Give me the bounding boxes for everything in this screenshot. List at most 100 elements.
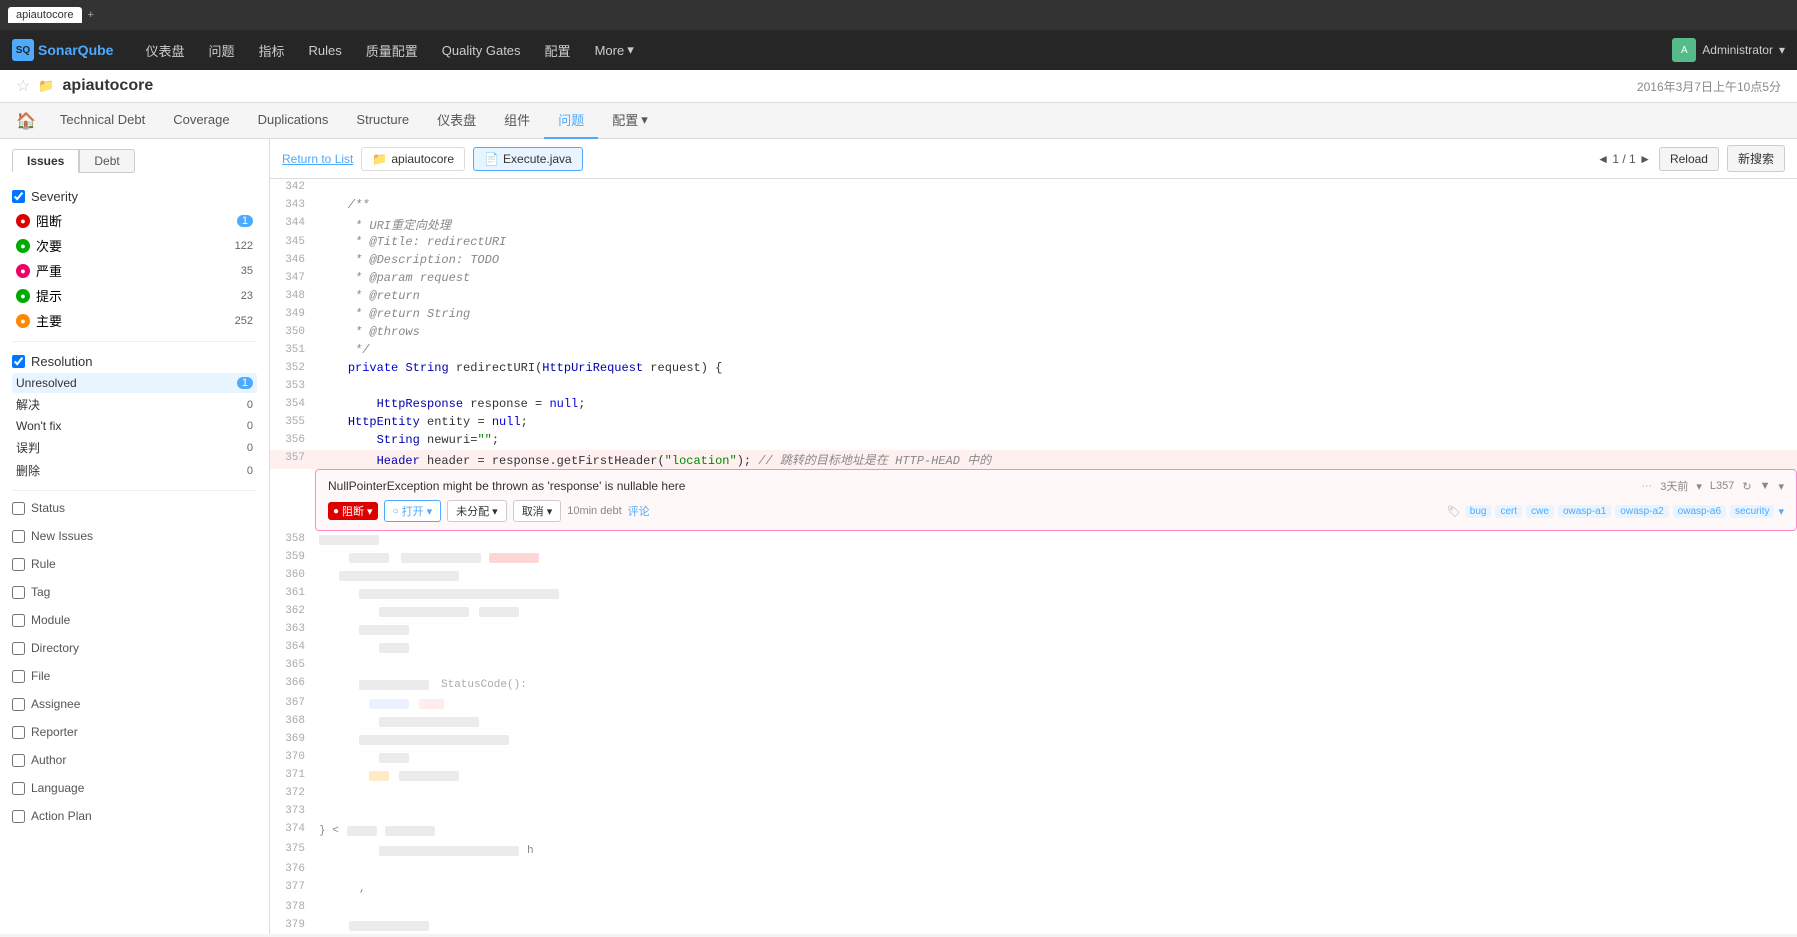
- resolution-removed-row[interactable]: 删除 0: [12, 459, 257, 482]
- severity-major-row[interactable]: ● 主要 252: [12, 308, 257, 333]
- nav-quality-gates[interactable]: Quality Gates: [430, 30, 533, 70]
- resolution-wontfix-row[interactable]: Won't fix 0: [12, 416, 257, 436]
- nav-components[interactable]: 组件: [490, 103, 544, 139]
- tag-bug[interactable]: bug: [1465, 505, 1492, 518]
- removed-count: 0: [247, 465, 253, 477]
- reporter-toggle[interactable]: Reporter: [12, 721, 257, 743]
- code-line-355: 355 HttpEntity entity = null;: [270, 414, 1797, 432]
- nav-dashboard2[interactable]: 仪表盘: [423, 103, 490, 139]
- resolved-count: 0: [247, 399, 253, 411]
- nav-more[interactable]: More▾: [583, 30, 646, 70]
- directory-toggle[interactable]: Directory: [12, 637, 257, 659]
- issue-ellipsis[interactable]: ···: [1641, 480, 1652, 492]
- author-toggle[interactable]: Author: [12, 749, 257, 771]
- issue-time-dropdown[interactable]: ▾: [1696, 480, 1702, 493]
- severity-critical-row[interactable]: ● 严重 35: [12, 258, 257, 283]
- nav-rules[interactable]: Rules: [297, 30, 354, 70]
- file-checkbox[interactable]: [12, 670, 25, 683]
- blocker-badge[interactable]: ● 阻断 ▾: [328, 502, 378, 520]
- tag-cwe[interactable]: cwe: [1526, 505, 1554, 518]
- nav-config2[interactable]: 配置▾: [598, 103, 662, 139]
- tag-security[interactable]: security: [1730, 505, 1774, 518]
- assignee-checkbox[interactable]: [12, 698, 25, 711]
- tag-owasp-a2[interactable]: owasp-a2: [1615, 505, 1668, 518]
- rule-checkbox[interactable]: [12, 558, 25, 571]
- browser-tab[interactable]: apiautocore: [8, 7, 82, 23]
- language-checkbox[interactable]: [12, 782, 25, 795]
- severity-blocker-row[interactable]: ● 阻断 1: [12, 208, 257, 233]
- issue-refresh-icon[interactable]: ↻: [1742, 480, 1751, 493]
- sonar-logo[interactable]: SQ SonarQube: [12, 39, 113, 61]
- module-toggle[interactable]: Module: [12, 609, 257, 631]
- file-tab-execute[interactable]: 📄 Execute.java: [473, 147, 583, 171]
- nav-duplications[interactable]: Duplications: [244, 103, 343, 139]
- reload-button[interactable]: Reload: [1659, 147, 1719, 171]
- tag-cert[interactable]: cert: [1495, 505, 1522, 518]
- nav-metrics[interactable]: 指标: [247, 30, 297, 70]
- action-plan-checkbox[interactable]: [12, 810, 25, 823]
- blurred-line-366: 366 StatusCode():: [270, 675, 1797, 695]
- code-view[interactable]: 342 343 /** 344 * URI重定向处理 345 * @Title:…: [270, 179, 1797, 934]
- new-issues-checkbox[interactable]: [12, 530, 25, 543]
- tag-owasp-a6[interactable]: owasp-a6: [1673, 505, 1726, 518]
- module-checkbox[interactable]: [12, 614, 25, 627]
- issues-debt-tabs: Issues Debt: [12, 149, 257, 173]
- star-icon[interactable]: ☆: [16, 76, 30, 96]
- nav-coverage[interactable]: Coverage: [159, 103, 243, 139]
- directory-checkbox[interactable]: [12, 642, 25, 655]
- module-filter: Module: [12, 609, 257, 631]
- severity-info-row[interactable]: ● 提示 23: [12, 283, 257, 308]
- file-tab-apiautocore[interactable]: 📁 apiautocore: [361, 147, 465, 171]
- tag-owasp-a1[interactable]: owasp-a1: [1558, 505, 1611, 518]
- tab-issues[interactable]: Issues: [12, 149, 79, 173]
- blurred-line-369: 369: [270, 731, 1797, 749]
- file-toggle[interactable]: File: [12, 665, 257, 687]
- nav-quality-profiles[interactable]: 质量配置: [354, 30, 430, 70]
- minor-label: 次要: [36, 236, 62, 255]
- resolution-falsepositive-row[interactable]: 误判 0: [12, 436, 257, 459]
- comment-link[interactable]: 评论: [628, 503, 650, 519]
- new-tab-btn[interactable]: +: [88, 9, 94, 21]
- issue-filter-dropdown[interactable]: ▾: [1778, 480, 1784, 493]
- unassigned-button[interactable]: 未分配 ▾: [447, 500, 507, 522]
- assignee-toggle[interactable]: Assignee: [12, 693, 257, 715]
- reporter-checkbox[interactable]: [12, 726, 25, 739]
- open-button[interactable]: ○ 打开 ▾: [384, 500, 442, 522]
- admin-dropdown[interactable]: ▾: [1779, 43, 1785, 57]
- issue-debt: 10min debt: [567, 505, 621, 517]
- nav-issues[interactable]: 问题: [196, 30, 246, 70]
- language-toggle[interactable]: Language: [12, 777, 257, 799]
- blurred-line-372: 372: [270, 785, 1797, 803]
- status-checkbox[interactable]: [12, 502, 25, 515]
- author-checkbox[interactable]: [12, 754, 25, 767]
- rule-toggle[interactable]: Rule: [12, 553, 257, 575]
- unresolved-label: Unresolved: [16, 376, 77, 390]
- severity-minor-row[interactable]: ● 次要 122: [12, 233, 257, 258]
- nav-issues-active[interactable]: 问题: [544, 103, 598, 139]
- new-search-button[interactable]: 新搜索: [1727, 145, 1785, 172]
- tab-debt[interactable]: Debt: [79, 149, 134, 173]
- severity-checkbox[interactable]: [12, 190, 25, 203]
- nav-dashboard[interactable]: 仪表盘: [133, 30, 196, 70]
- project-title[interactable]: apiautocore: [63, 77, 154, 95]
- nav-structure[interactable]: Structure: [342, 103, 423, 139]
- resolution-resolved-row[interactable]: 解决 0: [12, 393, 257, 416]
- resolution-unresolved-row[interactable]: Unresolved 1: [12, 373, 257, 393]
- tags-more-button[interactable]: ▾: [1778, 505, 1784, 518]
- home-button[interactable]: 🏠: [16, 111, 46, 131]
- tag-icon: 🏷: [1447, 505, 1461, 518]
- tag-checkbox[interactable]: [12, 586, 25, 599]
- nav-technical-debt[interactable]: Technical Debt: [46, 103, 159, 139]
- action-plan-toggle[interactable]: Action Plan: [12, 805, 257, 827]
- resolution-toggle[interactable]: Resolution: [12, 350, 257, 373]
- severity-toggle[interactable]: Severity: [12, 185, 257, 208]
- return-to-list-link[interactable]: Return to List: [282, 152, 353, 166]
- issue-filter-icon[interactable]: ▼: [1760, 480, 1771, 492]
- status-toggle[interactable]: Status: [12, 497, 257, 519]
- cancel-button[interactable]: 取消 ▾: [513, 500, 562, 522]
- new-issues-toggle[interactable]: New Issues: [12, 525, 257, 547]
- resolution-checkbox[interactable]: [12, 355, 25, 368]
- nav-config[interactable]: 配置: [533, 30, 583, 70]
- blocker-label: 阻断: [36, 211, 62, 230]
- tag-toggle[interactable]: Tag: [12, 581, 257, 603]
